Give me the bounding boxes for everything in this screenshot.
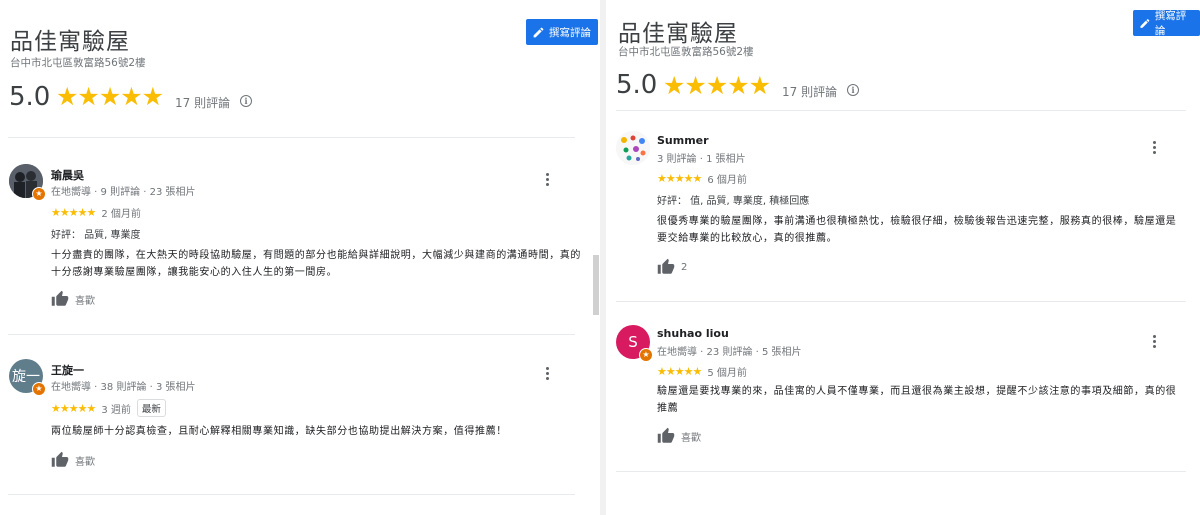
place-address: 台中市北屯區敦富路56號2樓	[618, 46, 754, 58]
review-time: 6 個月前	[707, 175, 747, 186]
info-icon[interactable]: i	[240, 95, 252, 107]
scrollbar[interactable]	[593, 255, 599, 315]
reviewer-meta: 在地嚮導 · 23 則評論 · 5 張相片	[657, 347, 802, 358]
review-count[interactable]: 17 則評論	[175, 94, 230, 111]
reviewer-avatar[interactable]: S ★	[616, 325, 653, 362]
more-options-icon[interactable]	[1153, 141, 1157, 154]
like-label: 喜歡	[681, 432, 701, 444]
thumbs-up-icon	[51, 451, 69, 467]
reviewer-name[interactable]: Summer	[657, 134, 709, 147]
divider	[616, 471, 1186, 472]
reviewer-name[interactable]: 瑜晨吳	[51, 167, 84, 183]
thumbs-up-icon	[657, 258, 675, 274]
reviewer-avatar[interactable]: ★	[9, 164, 46, 201]
like-label: 喜歡	[75, 456, 95, 468]
write-review-label: 撰寫評論	[549, 26, 591, 39]
review-time: 5 個月前	[707, 368, 747, 379]
local-guide-badge-icon: ★	[639, 348, 653, 362]
profile-photo-icon	[616, 131, 650, 165]
reviewer-meta: 3 則評論 · 1 張相片	[657, 154, 746, 165]
local-guide-badge-icon: ★	[32, 187, 46, 201]
review-rating-row: ★★★★★ 2 個月前	[51, 205, 141, 220]
review-rating-row: ★★★★★ 3 週前 最新	[51, 399, 166, 417]
reviewer-name[interactable]: shuhao liou	[657, 327, 729, 340]
right-panel: 品佳寓驗屋 台中市北屯區敦富路56號2樓 撰寫評論 5.0 ★★★★★ 17 則…	[606, 0, 1200, 515]
rating-stars: ★★★★★	[56, 82, 164, 111]
rating-stars: ★★★★★	[663, 71, 771, 100]
review-rating-row: ★★★★★ 6 個月前	[657, 171, 747, 186]
review-stars: ★★★★★	[657, 365, 702, 378]
like-count: 2	[681, 261, 688, 273]
local-guide-badge-icon: ★	[32, 382, 46, 396]
reviewer-meta: 在地嚮導 · 38 則評論 · 3 張相片	[51, 382, 196, 393]
divider	[8, 334, 575, 335]
more-options-icon[interactable]	[546, 173, 550, 186]
divider	[8, 137, 575, 138]
review-text: 很優秀專業的驗屋團隊，事前溝通也很積極熱忱，檢驗很仔細，檢驗後報告迅速完整，服務…	[657, 216, 1177, 244]
divider	[616, 301, 1186, 302]
review-time: 3 週前	[101, 404, 131, 416]
more-options-icon[interactable]	[546, 367, 550, 380]
review-stars: ★★★★★	[51, 401, 96, 415]
review-text: 十分盡責的團隊，在大熱天的時段協助驗屋，有問題的部分也能給與詳細說明，大幅減少與…	[51, 250, 581, 278]
like-button[interactable]: 喜歡	[51, 290, 95, 308]
pencil-icon	[533, 27, 544, 37]
more-options-icon[interactable]	[1153, 335, 1157, 348]
divider	[8, 494, 575, 495]
reviewer-avatar[interactable]: 旋一 ★	[9, 359, 46, 396]
review-time: 2 個月前	[101, 209, 141, 220]
thumbs-up-icon	[51, 290, 69, 306]
like-button[interactable]: 喜歡	[51, 451, 95, 469]
rating-score: 5.0	[9, 82, 51, 112]
reviewer-meta: 在地嚮導 · 9 則評論 · 23 張相片	[51, 187, 196, 198]
newest-tag: 最新	[136, 399, 166, 417]
pencil-icon	[1140, 18, 1150, 28]
write-review-label: 撰寫評論	[1154, 10, 1187, 37]
review-stars: ★★★★★	[657, 172, 702, 185]
place-title: 品佳寓驗屋	[10, 29, 130, 55]
divider	[616, 110, 1186, 111]
review-text: 兩位驗屋師十分認真檢查，且耐心解釋相關專業知識，缺失部分也協助提出解決方案，值得…	[51, 426, 507, 437]
reviewer-avatar[interactable]	[616, 131, 652, 167]
like-label: 喜歡	[75, 295, 95, 307]
review-stars: ★★★★★	[51, 206, 96, 219]
place-title: 品佳寓驗屋	[618, 21, 738, 47]
like-button[interactable]: 2	[657, 258, 687, 276]
info-icon[interactable]: i	[847, 84, 859, 96]
review-praise: 好評： 值, 品質, 專業度, 積極回應	[657, 196, 810, 207]
rating-score: 5.0	[616, 70, 658, 100]
write-review-button[interactable]: 撰寫評論	[526, 19, 598, 45]
like-button[interactable]: 喜歡	[657, 427, 701, 445]
review-text: 驗屋還是要找專業的來，品佳寓的人員不僅專業，而且還很為業主設想，提醒不少該注意的…	[657, 386, 1177, 414]
left-panel: 品佳寓驗屋 台中市北屯區敦富路56號2樓 撰寫評論 5.0 ★★★★★ 17 則…	[0, 0, 600, 515]
place-address: 台中市北屯區敦富路56號2樓	[10, 57, 146, 69]
reviewer-name[interactable]: 王旋一	[51, 362, 84, 378]
review-count[interactable]: 17 則評論	[782, 83, 837, 100]
write-review-button[interactable]: 撰寫評論	[1133, 10, 1200, 37]
review-praise: 好評： 品質, 專業度	[51, 230, 141, 241]
thumbs-up-icon	[657, 427, 675, 443]
review-rating-row: ★★★★★ 5 個月前	[657, 364, 747, 379]
